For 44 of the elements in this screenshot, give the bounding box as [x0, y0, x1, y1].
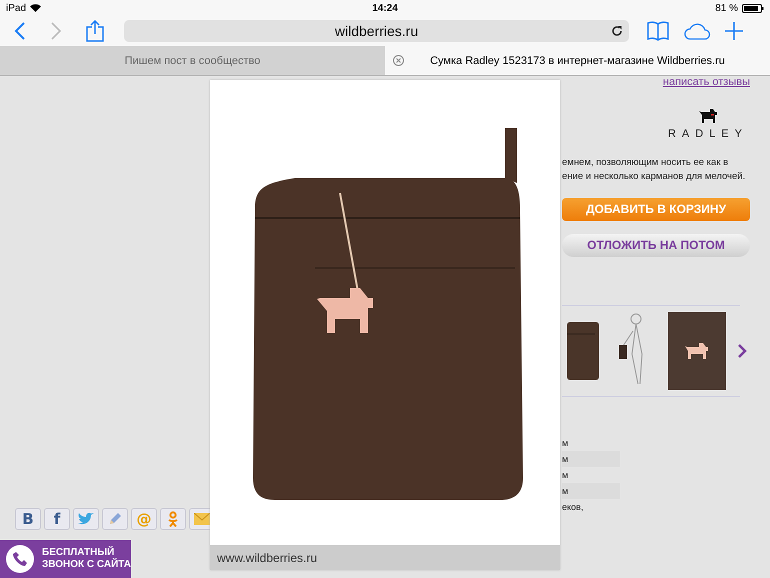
share-button[interactable]: B: [15, 508, 41, 530]
battery-icon: [742, 4, 764, 12]
share-button[interactable]: [160, 508, 186, 530]
share-button[interactable]: f: [44, 508, 70, 530]
tag-thumbnail[interactable]: [668, 312, 726, 390]
spec-text: м: [562, 486, 568, 496]
chevron-right-icon[interactable]: [738, 344, 747, 358]
browser-tab[interactable]: Пишем пост в сообщество: [0, 46, 385, 76]
add-icon[interactable]: [725, 22, 743, 40]
free-call-banner[interactable]: БЕСПЛАТНЫЙ ЗВОНОК С САЙТА: [0, 540, 131, 578]
description-text: емнем, позволяющим носить ее как в: [562, 156, 730, 170]
banner-text: ЗВОНОК С САЙТА: [42, 559, 131, 571]
address-field[interactable]: wildberries.ru: [124, 20, 629, 42]
description-text: ение и несколько карманов для мелочей.: [562, 170, 746, 184]
share-button[interactable]: [102, 508, 128, 530]
spec-text: м: [562, 438, 568, 448]
cloud-icon[interactable]: [683, 22, 711, 40]
wifi-icon: [30, 4, 42, 12]
clock-time: 14:24: [372, 2, 398, 14]
brand-logo-text: RADLEY: [668, 128, 748, 140]
write-review-link[interactable]: написать отзывы: [662, 76, 750, 88]
spec-text: м: [562, 470, 568, 480]
spec-text: м: [562, 454, 568, 464]
bookmarks-icon[interactable]: [647, 21, 669, 41]
battery-percent: 81 %: [715, 2, 738, 14]
pencil-icon: [108, 512, 122, 526]
reload-icon[interactable]: [611, 25, 623, 37]
share-icon[interactable]: [86, 20, 104, 42]
phone-icon: [6, 545, 34, 573]
spec-text: еков,: [562, 502, 584, 512]
dog-icon: [698, 108, 718, 124]
close-icon[interactable]: [393, 55, 404, 66]
person-icon: [167, 511, 179, 527]
back-icon[interactable]: [14, 22, 26, 40]
banner-text: БЕСПЛАТНЫЙ: [42, 547, 116, 558]
envelope-icon: [194, 513, 210, 525]
browser-tab[interactable]: Сумка Radley 1523173 в интернет-магазине Wildberries.ru: [385, 46, 770, 76]
save-for-later-button[interactable]: ОТЛОЖИТЬ НА ПОТОМ: [562, 234, 750, 257]
photo-caption: www.wildberries.ru: [217, 550, 318, 564]
bag-thumbnail[interactable]: [567, 320, 599, 382]
bird-icon: [77, 512, 95, 526]
share-button[interactable]: [73, 508, 99, 530]
device-name: iPad: [6, 2, 26, 14]
share-button[interactable]: [189, 508, 210, 530]
